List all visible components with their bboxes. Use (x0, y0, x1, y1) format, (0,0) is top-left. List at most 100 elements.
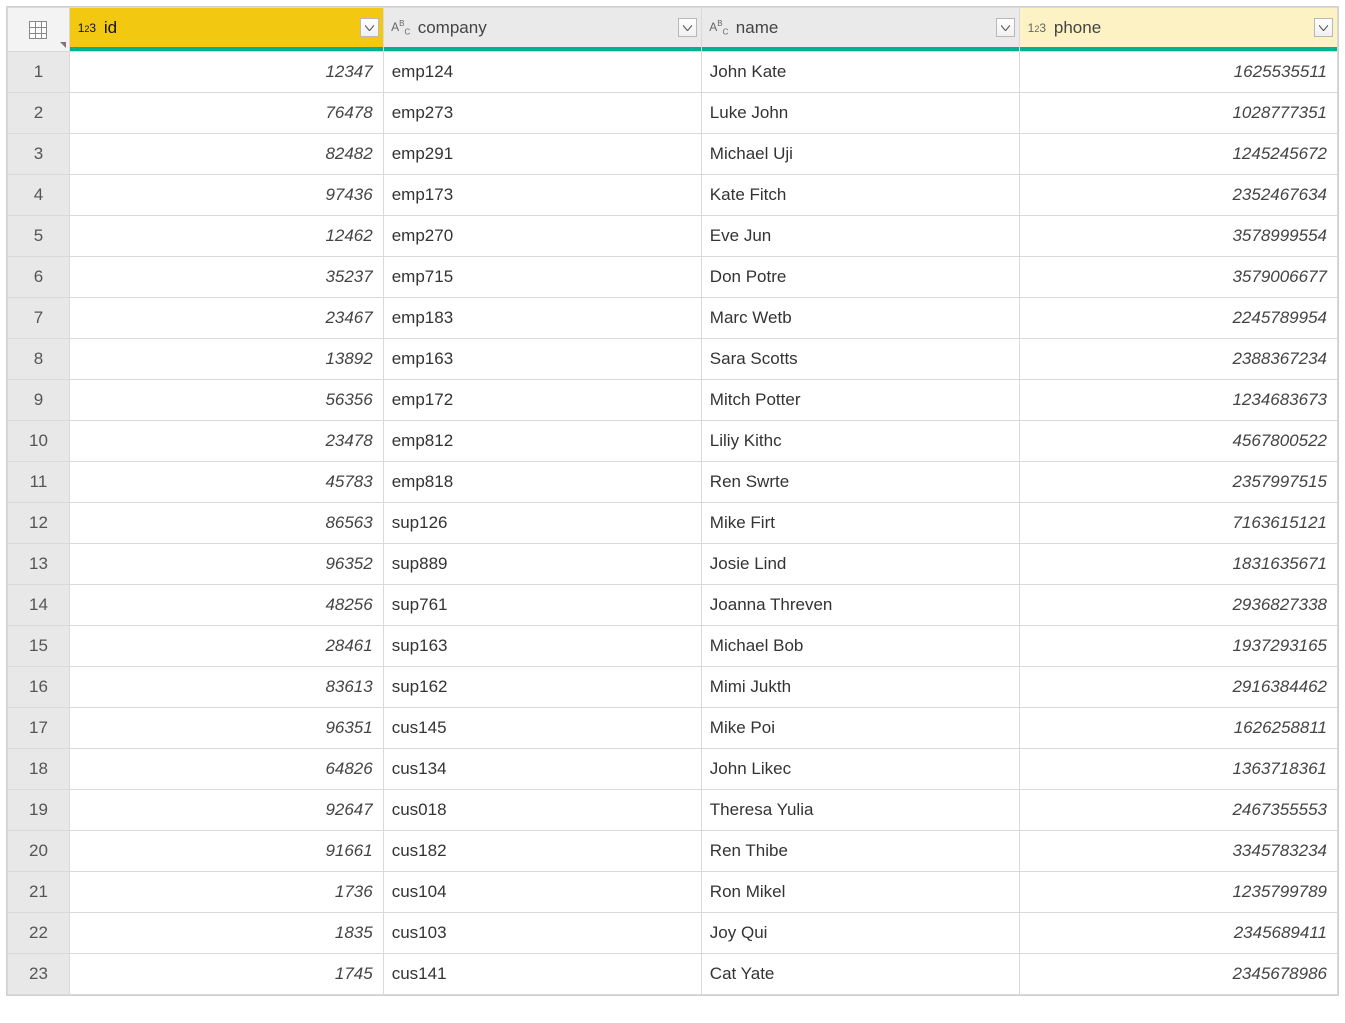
cell-phone[interactable]: 2916384462 (1019, 667, 1337, 708)
row-number[interactable]: 12 (8, 503, 70, 544)
cell-company[interactable]: cus182 (383, 831, 701, 872)
cell-id[interactable]: 92647 (69, 790, 383, 831)
cell-id[interactable]: 23478 (69, 421, 383, 462)
table-row[interactable]: 1396352sup889Josie Lind1831635671 (8, 544, 1338, 585)
cell-phone[interactable]: 1625535511 (1019, 52, 1337, 93)
cell-company[interactable]: emp812 (383, 421, 701, 462)
cell-phone[interactable]: 2388367234 (1019, 339, 1337, 380)
cell-name[interactable]: Theresa Yulia (701, 790, 1019, 831)
table-row[interactable]: 1683613sup162Mimi Jukth2916384462 (8, 667, 1338, 708)
cell-phone[interactable]: 4567800522 (1019, 421, 1337, 462)
cell-company[interactable]: emp270 (383, 216, 701, 257)
row-number[interactable]: 20 (8, 831, 70, 872)
cell-company[interactable]: cus145 (383, 708, 701, 749)
table-row[interactable]: 635237emp715Don Potre3579006677 (8, 257, 1338, 298)
cell-phone[interactable]: 1234683673 (1019, 380, 1337, 421)
cell-company[interactable]: sup889 (383, 544, 701, 585)
row-number[interactable]: 6 (8, 257, 70, 298)
row-number[interactable]: 17 (8, 708, 70, 749)
cell-phone[interactable]: 7163615121 (1019, 503, 1337, 544)
cell-name[interactable]: Ron Mikel (701, 872, 1019, 913)
cell-name[interactable]: Michael Bob (701, 626, 1019, 667)
cell-id[interactable]: 97436 (69, 175, 383, 216)
cell-name[interactable]: Josie Lind (701, 544, 1019, 585)
cell-id[interactable]: 83613 (69, 667, 383, 708)
cell-company[interactable]: cus134 (383, 749, 701, 790)
cell-name[interactable]: Marc Wetb (701, 298, 1019, 339)
cell-id[interactable]: 1745 (69, 954, 383, 995)
cell-phone[interactable]: 3578999554 (1019, 216, 1337, 257)
row-number[interactable]: 5 (8, 216, 70, 257)
row-number[interactable]: 16 (8, 667, 70, 708)
select-all-corner[interactable] (8, 8, 70, 52)
cell-id[interactable]: 35237 (69, 257, 383, 298)
table-row[interactable]: 1864826cus134John Likec1363718361 (8, 749, 1338, 790)
table-row[interactable]: 1796351cus145Mike Poi1626258811 (8, 708, 1338, 749)
cell-name[interactable]: John Likec (701, 749, 1019, 790)
row-number[interactable]: 19 (8, 790, 70, 831)
cell-phone[interactable]: 2357997515 (1019, 462, 1337, 503)
row-number[interactable]: 2 (8, 93, 70, 134)
cell-company[interactable]: cus103 (383, 913, 701, 954)
cell-name[interactable]: Mitch Potter (701, 380, 1019, 421)
column-header-phone[interactable]: 123 phone (1019, 8, 1337, 52)
cell-name[interactable]: Mimi Jukth (701, 667, 1019, 708)
table-row[interactable]: 1145783emp818Ren Swrte2357997515 (8, 462, 1338, 503)
cell-company[interactable]: emp172 (383, 380, 701, 421)
cell-name[interactable]: Luke John (701, 93, 1019, 134)
cell-phone[interactable]: 1831635671 (1019, 544, 1337, 585)
row-number[interactable]: 23 (8, 954, 70, 995)
row-number[interactable]: 15 (8, 626, 70, 667)
cell-phone[interactable]: 2345689411 (1019, 913, 1337, 954)
table-row[interactable]: 497436emp173Kate Fitch2352467634 (8, 175, 1338, 216)
cell-id[interactable]: 96352 (69, 544, 383, 585)
cell-phone[interactable]: 1245245672 (1019, 134, 1337, 175)
cell-name[interactable]: Cat Yate (701, 954, 1019, 995)
row-number[interactable]: 1 (8, 52, 70, 93)
cell-phone[interactable]: 2345678986 (1019, 954, 1337, 995)
table-row[interactable]: 1023478emp812Liliy Kithc4567800522 (8, 421, 1338, 462)
row-number[interactable]: 21 (8, 872, 70, 913)
cell-name[interactable]: Kate Fitch (701, 175, 1019, 216)
table-row[interactable]: 512462emp270Eve Jun3578999554 (8, 216, 1338, 257)
cell-name[interactable]: Liliy Kithc (701, 421, 1019, 462)
cell-id[interactable]: 82482 (69, 134, 383, 175)
table-row[interactable]: 2091661cus182Ren Thibe3345783234 (8, 831, 1338, 872)
cell-name[interactable]: Mike Firt (701, 503, 1019, 544)
cell-company[interactable]: sup126 (383, 503, 701, 544)
cell-id[interactable]: 86563 (69, 503, 383, 544)
row-number[interactable]: 9 (8, 380, 70, 421)
table-row[interactable]: 221835cus103Joy Qui2345689411 (8, 913, 1338, 954)
cell-company[interactable]: emp183 (383, 298, 701, 339)
cell-company[interactable]: sup761 (383, 585, 701, 626)
cell-company[interactable]: emp715 (383, 257, 701, 298)
cell-id[interactable]: 1736 (69, 872, 383, 913)
row-number[interactable]: 4 (8, 175, 70, 216)
column-header-company[interactable]: ABC company (383, 8, 701, 52)
cell-id[interactable]: 96351 (69, 708, 383, 749)
cell-phone[interactable]: 1626258811 (1019, 708, 1337, 749)
cell-name[interactable]: Joanna Threven (701, 585, 1019, 626)
cell-phone[interactable]: 1028777351 (1019, 93, 1337, 134)
cell-phone[interactable]: 2467355553 (1019, 790, 1337, 831)
cell-id[interactable]: 76478 (69, 93, 383, 134)
cell-phone[interactable]: 3345783234 (1019, 831, 1337, 872)
table-row[interactable]: 1448256sup761Joanna Threven2936827338 (8, 585, 1338, 626)
cell-name[interactable]: Ren Swrte (701, 462, 1019, 503)
cell-company[interactable]: emp163 (383, 339, 701, 380)
table-row[interactable]: 1286563sup126Mike Firt7163615121 (8, 503, 1338, 544)
cell-name[interactable]: Joy Qui (701, 913, 1019, 954)
column-header-id[interactable]: 123 id (69, 8, 383, 52)
cell-phone[interactable]: 2245789954 (1019, 298, 1337, 339)
cell-id[interactable]: 12462 (69, 216, 383, 257)
cell-id[interactable]: 91661 (69, 831, 383, 872)
cell-name[interactable]: Don Potre (701, 257, 1019, 298)
cell-name[interactable]: Eve Jun (701, 216, 1019, 257)
cell-company[interactable]: emp273 (383, 93, 701, 134)
table-row[interactable]: 382482emp291Michael Uji1245245672 (8, 134, 1338, 175)
cell-id[interactable]: 48256 (69, 585, 383, 626)
table-row[interactable]: 112347emp124John Kate1625535511 (8, 52, 1338, 93)
row-number[interactable]: 11 (8, 462, 70, 503)
cell-name[interactable]: Mike Poi (701, 708, 1019, 749)
cell-name[interactable]: Ren Thibe (701, 831, 1019, 872)
